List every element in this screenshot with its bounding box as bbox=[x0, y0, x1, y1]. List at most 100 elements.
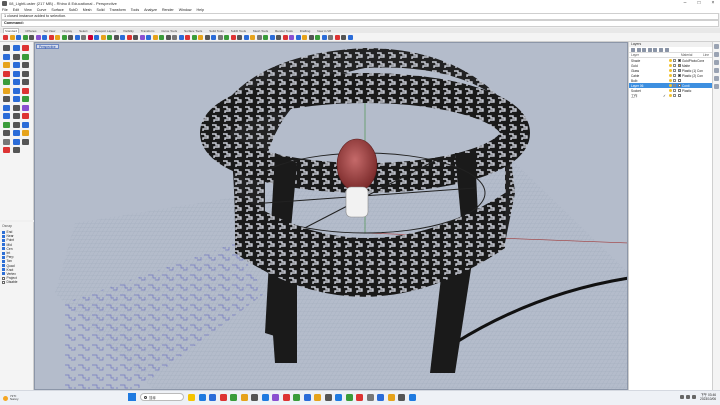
toolbar-tool-icon[interactable] bbox=[321, 34, 327, 40]
menu-item-curve[interactable]: Curve bbox=[37, 8, 47, 12]
lock-icon[interactable] bbox=[673, 84, 676, 87]
toolbar-tool-icon[interactable] bbox=[243, 34, 249, 40]
layer-name[interactable]: Socket bbox=[629, 89, 663, 93]
palette-tool-icon[interactable] bbox=[12, 130, 20, 136]
palette-tool-icon[interactable] bbox=[22, 87, 29, 94]
menu-item-file[interactable]: File bbox=[2, 8, 8, 12]
menu-item-help[interactable]: Help bbox=[197, 8, 204, 12]
layer-material[interactable]: GoldPhotoCons bbox=[682, 59, 704, 63]
toolbar-tool-icon[interactable] bbox=[152, 34, 158, 40]
osnap-checkbox[interactable] bbox=[2, 230, 5, 234]
materials-icon[interactable] bbox=[714, 76, 719, 81]
toolbar-tool-icon[interactable] bbox=[295, 34, 301, 40]
osnap-checkbox[interactable] bbox=[2, 264, 5, 268]
taskbar-app-icon[interactable] bbox=[398, 393, 405, 401]
taskbar-app-icon[interactable] bbox=[198, 393, 206, 401]
lightbulb-icon[interactable] bbox=[669, 79, 672, 82]
palette-tool-icon[interactable] bbox=[22, 113, 29, 119]
toolbar-tool-icon[interactable] bbox=[328, 34, 333, 40]
toolbar-tool-icon[interactable] bbox=[198, 34, 203, 40]
layer-color-swatch[interactable] bbox=[678, 74, 681, 77]
osnap-checkbox[interactable] bbox=[2, 238, 5, 242]
toolbar-tool-icon[interactable] bbox=[9, 34, 15, 40]
toolbar-tool-icon[interactable] bbox=[107, 34, 112, 40]
toolbar-tool-icon[interactable] bbox=[139, 34, 145, 40]
toolbar-tool-icon[interactable] bbox=[237, 34, 242, 40]
environment-icon[interactable] bbox=[714, 84, 719, 89]
taskbar-app-icon[interactable] bbox=[240, 393, 248, 401]
palette-tool-icon[interactable] bbox=[3, 79, 10, 85]
toolbar-tool-icon[interactable] bbox=[48, 34, 54, 40]
toolbar-tool-icon[interactable] bbox=[289, 34, 294, 40]
osnap-checkbox[interactable] bbox=[2, 268, 5, 272]
toolbar-tool-icon[interactable] bbox=[211, 34, 216, 40]
osnap-checkbox[interactable] bbox=[2, 234, 5, 238]
toolbar-tool-icon[interactable] bbox=[341, 34, 346, 40]
toolbar-tool-icon[interactable] bbox=[165, 34, 171, 40]
toolbar-tool-icon[interactable] bbox=[191, 34, 197, 40]
toolbar-tool-icon[interactable] bbox=[178, 34, 184, 40]
palette-tool-icon[interactable] bbox=[3, 62, 10, 68]
taskbar-app-icon[interactable] bbox=[324, 393, 332, 401]
layer-name[interactable]: 工作 bbox=[629, 93, 663, 98]
taskbar-app-icon[interactable] bbox=[251, 393, 258, 401]
weather-widget[interactable]: 71°F Sunny bbox=[0, 394, 60, 402]
layer-color-swatch[interactable] bbox=[678, 59, 681, 62]
taskbar-app-icon[interactable] bbox=[387, 393, 395, 401]
menu-item-tools[interactable]: Tools bbox=[131, 8, 139, 12]
layer-column-header[interactable]: Layer bbox=[629, 53, 663, 57]
osnap-checkbox[interactable] bbox=[2, 272, 5, 276]
toolbar-tool-icon[interactable] bbox=[250, 34, 255, 40]
layer-color-swatch[interactable] bbox=[678, 94, 681, 97]
palette-tool-icon[interactable] bbox=[12, 62, 20, 68]
palette-tool-icon[interactable] bbox=[22, 121, 29, 128]
close-button[interactable]: × bbox=[706, 0, 720, 7]
toolbar-tool-icon[interactable] bbox=[282, 34, 288, 40]
toolbar-tool-icon[interactable] bbox=[74, 34, 80, 40]
toolbar-tool-icon[interactable] bbox=[302, 34, 307, 40]
volume-icon[interactable] bbox=[692, 395, 697, 399]
layer-color-swatch[interactable] bbox=[678, 89, 681, 92]
layer-material[interactable]: Plastic bbox=[682, 89, 704, 93]
toolbar-tool-icon[interactable] bbox=[276, 34, 281, 40]
palette-tool-icon[interactable] bbox=[3, 113, 10, 119]
palette-tool-icon[interactable] bbox=[12, 121, 20, 128]
lightbulb-icon[interactable] bbox=[669, 64, 672, 67]
command-prompt-input[interactable]: Command: bbox=[1, 20, 719, 27]
toolbar-tool-icon[interactable] bbox=[347, 34, 353, 40]
layer-material[interactable]: Conti bbox=[682, 84, 704, 88]
taskbar-app-icon[interactable] bbox=[408, 393, 416, 401]
palette-tool-icon[interactable] bbox=[22, 138, 29, 145]
toolbar-tool-icon[interactable] bbox=[224, 34, 229, 40]
display-icon[interactable] bbox=[714, 60, 719, 65]
menu-item-subd[interactable]: SubD bbox=[69, 8, 78, 12]
new-layer-icon[interactable] bbox=[631, 47, 635, 52]
lock-icon[interactable] bbox=[673, 79, 676, 82]
toolbar-tool-icon[interactable] bbox=[42, 34, 47, 40]
osnap-checkbox[interactable] bbox=[2, 247, 5, 251]
taskbar-app-icon[interactable] bbox=[356, 393, 363, 401]
taskbar-app-icon[interactable] bbox=[209, 393, 216, 401]
taskbar-app-icon[interactable] bbox=[303, 393, 311, 401]
palette-tool-icon[interactable] bbox=[3, 138, 10, 145]
toolbar-tool-icon[interactable] bbox=[217, 34, 223, 40]
minimize-button[interactable]: – bbox=[678, 0, 692, 7]
lock-icon[interactable] bbox=[673, 64, 676, 67]
toolbar-tool-icon[interactable] bbox=[133, 34, 138, 40]
taskbar-app-icon[interactable] bbox=[188, 393, 195, 401]
palette-tool-icon[interactable] bbox=[3, 96, 10, 102]
palette-tool-icon[interactable] bbox=[3, 121, 10, 128]
material-column-header[interactable]: Material bbox=[681, 53, 703, 57]
toolbar-tool-icon[interactable] bbox=[146, 34, 151, 40]
toolbar-tool-icon[interactable] bbox=[315, 34, 320, 40]
toolbar-tool-icon[interactable] bbox=[55, 34, 60, 40]
layer-material[interactable]: Matte bbox=[682, 64, 704, 68]
taskbar-app-icon[interactable] bbox=[219, 393, 227, 401]
toolbar-tool-icon[interactable] bbox=[22, 34, 28, 40]
toolbar-tool-icon[interactable] bbox=[263, 34, 268, 40]
osnap-checkbox[interactable] bbox=[2, 251, 5, 255]
lightbulb-icon[interactable] bbox=[669, 94, 672, 97]
start-button[interactable] bbox=[128, 393, 136, 401]
menu-item-transform[interactable]: Transform bbox=[110, 8, 126, 12]
palette-tool-icon[interactable] bbox=[12, 147, 20, 153]
